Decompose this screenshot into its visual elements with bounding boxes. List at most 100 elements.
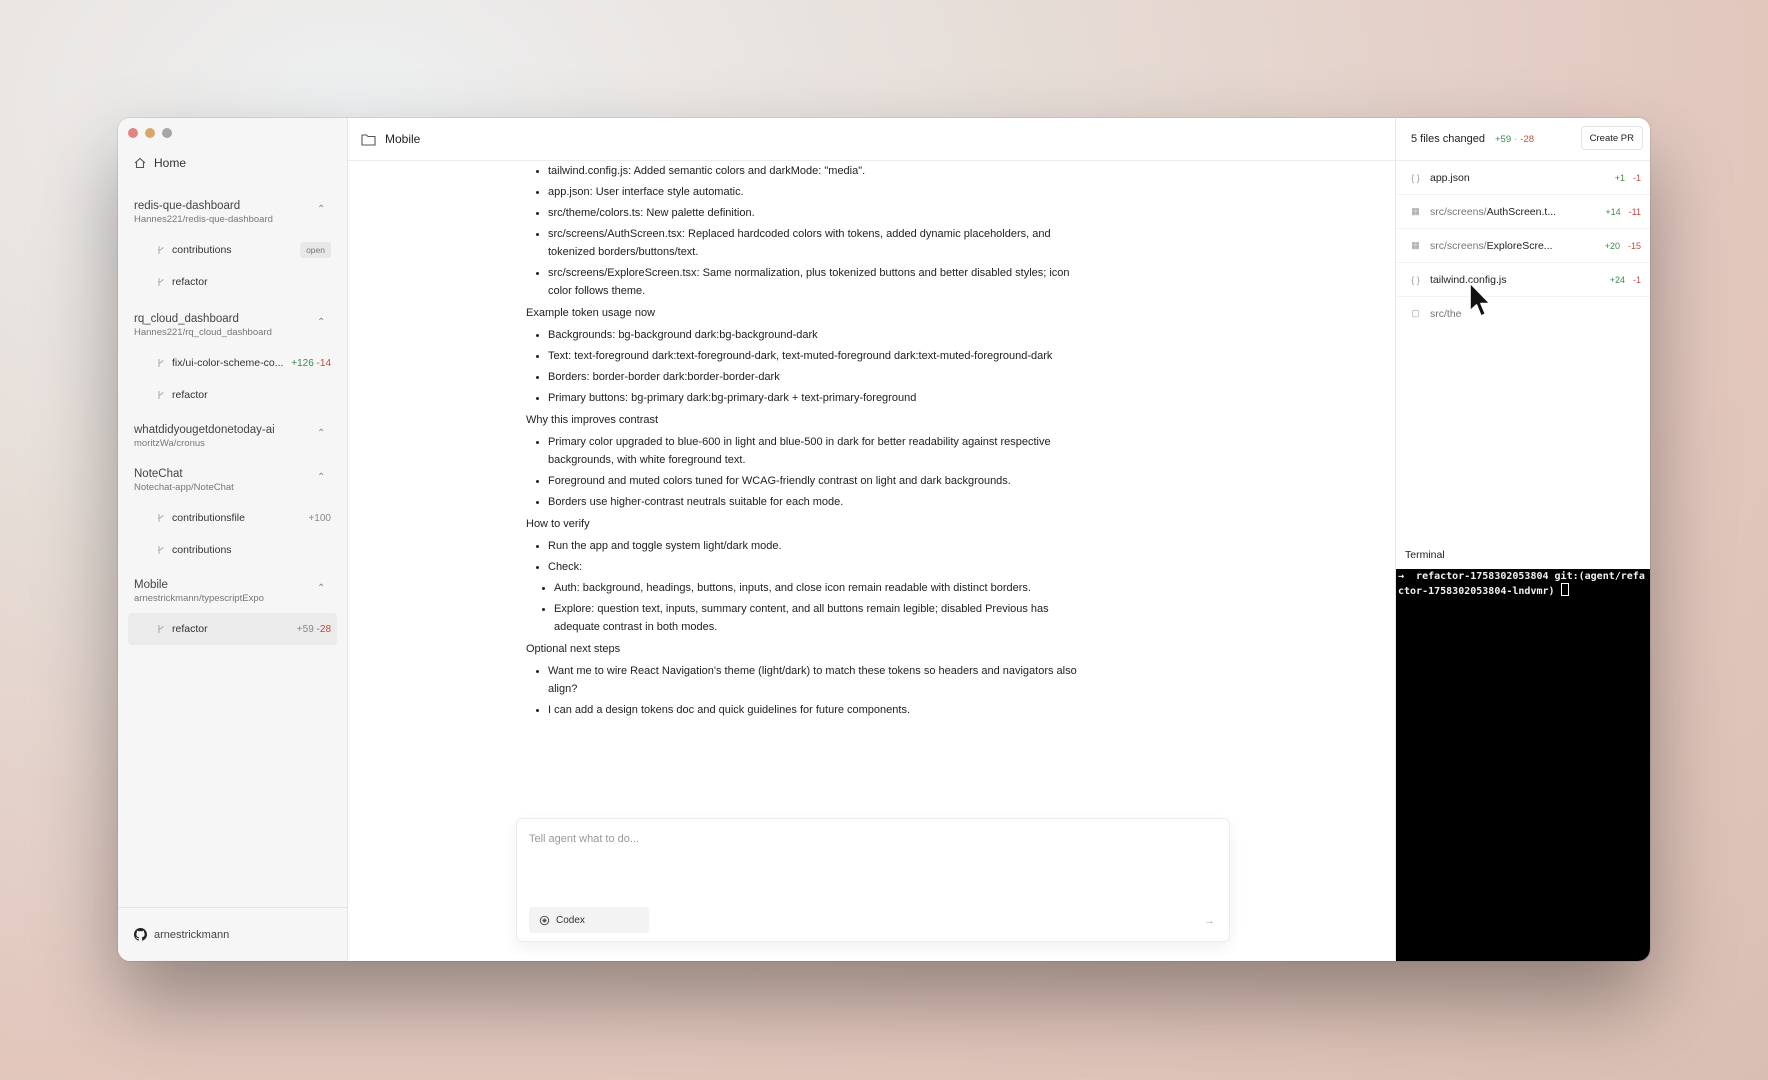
project-repo: Hannes221/rq_cloud_dashboard (134, 326, 272, 338)
model-selector[interactable]: Codex (529, 907, 649, 933)
deletions-count: -1 (1632, 274, 1641, 285)
project-repo: arnestrickmann/typescriptExpo (134, 592, 264, 604)
model-label: Codex (556, 914, 585, 926)
list-item: Foreground and muted colors tuned for WC… (548, 472, 1086, 490)
changed-file-row[interactable]: ▦ src/screens/AuthScreen.t... +14 -11 (1396, 195, 1650, 229)
user-account[interactable]: arnestrickmann (118, 907, 347, 961)
additions-count: +20 (1604, 240, 1620, 251)
branch-name: refactor (172, 623, 208, 635)
deletions-count: -14 (316, 357, 331, 369)
project-name: whatdidyougetdonetoday-ai (134, 423, 275, 436)
mouse-pointer-icon (1469, 282, 1491, 317)
home-icon (134, 157, 146, 169)
file-dir: src/screens/ (1430, 205, 1487, 218)
project-header[interactable]: rq_cloud_dashboard Hannes221/rq_cloud_da… (134, 303, 347, 347)
changes-header: 5 files changed +59 · -28 Create PR (1396, 118, 1650, 161)
branch-item[interactable]: refactor (134, 266, 337, 298)
maximize-window-button[interactable] (162, 128, 172, 138)
file-name: app.json (1430, 171, 1470, 184)
additions-count: +100 (308, 512, 331, 524)
git-branch-icon (158, 625, 164, 633)
file-name: ExploreScre... (1486, 239, 1553, 252)
section-heading: Example token usage now (526, 307, 656, 319)
create-pr-button[interactable]: Create PR (1580, 126, 1643, 150)
close-window-button[interactable] (128, 128, 138, 138)
chevron-up-icon[interactable]: ⌃ (317, 205, 325, 215)
list-item: Borders use higher-contrast neutrals sui… (548, 493, 1086, 511)
braces-icon: { } (1411, 172, 1420, 183)
changed-file-row[interactable]: ▢ src/the (1396, 297, 1650, 330)
project-name: rq_cloud_dashboard (134, 312, 239, 325)
app-window: Home redis-que-dashboard Hannes221/redis… (118, 118, 1650, 961)
chevron-up-icon[interactable]: ⌃ (317, 429, 325, 439)
branch-item[interactable]: fix/ui-color-scheme-co... +126 -14 (134, 347, 337, 379)
list-item: Run the app and toggle system light/dark… (548, 537, 1086, 555)
braces-icon: { } (1411, 274, 1420, 285)
branch-item[interactable]: refactor (134, 379, 337, 411)
token-usage-list: Backgrounds: bg-background dark:bg-backg… (526, 326, 1086, 407)
branch-name: fix/ui-color-scheme-co... (172, 357, 284, 369)
deletions-count: -15 (1627, 240, 1641, 251)
branch-item[interactable]: contributions open (134, 234, 337, 266)
project-notechat: NoteChat Notechat-app/NoteChat ⌃ contrib… (118, 458, 347, 566)
branch-name: contributions (172, 544, 232, 556)
file-dir: src/the (1430, 307, 1462, 320)
verify-list: Run the app and toggle system light/dark… (526, 537, 1086, 576)
files-changed-summary: 5 files changed (1411, 133, 1485, 145)
prompt-input[interactable]: Tell agent what to do... (529, 833, 639, 845)
file-diff-stats: +24 -1 (1610, 275, 1641, 285)
additions-count: +126 (291, 357, 314, 369)
project-mobile: Mobile arnestrickmann/typescriptExpo ⌃ r… (118, 569, 347, 645)
page-title: Mobile (385, 132, 421, 146)
project-header[interactable]: Mobile arnestrickmann/typescriptExpo ⌃ (134, 569, 347, 613)
changed-file-row[interactable]: { } tailwind.config.js +24 -1 (1396, 263, 1650, 297)
project-redis-que-dashboard: redis-que-dashboard Hannes221/redis-que-… (118, 190, 347, 298)
branch-name: contributions (172, 244, 232, 256)
project-header[interactable]: whatdidyougetdonetoday-ai moritzWa/cronu… (134, 414, 347, 458)
file-diff-stats: +14 -11 (1605, 207, 1641, 217)
file-dir: src/screens/ (1430, 239, 1487, 252)
chevron-up-icon[interactable]: ⌃ (317, 584, 325, 594)
branch-name: refactor (172, 389, 208, 401)
project-list: redis-que-dashboard Hannes221/redis-que-… (118, 190, 347, 645)
composer[interactable]: Tell agent what to do... Codex → (516, 818, 1230, 942)
project-rq-cloud-dashboard: rq_cloud_dashboard Hannes221/rq_cloud_da… (118, 303, 347, 411)
main-header: Mobile (348, 118, 1395, 161)
project-header[interactable]: NoteChat Notechat-app/NoteChat ⌃ (134, 458, 347, 502)
list-item: Backgrounds: bg-background dark:bg-backg… (548, 326, 1086, 344)
arrow-right-icon[interactable]: → (1204, 915, 1215, 927)
file-diff-stats: +20 -15 (1605, 241, 1641, 251)
branch-item[interactable]: contributions (134, 534, 337, 566)
terminal-output: → refactor-1758302053804 git:(agent/refa… (1398, 571, 1645, 597)
project-name: NoteChat (134, 467, 183, 480)
list-item: src/theme/colors.ts: New palette definit… (548, 204, 1086, 222)
project-name: redis-que-dashboard (134, 199, 241, 212)
git-branch-icon (158, 514, 164, 522)
chevron-up-icon[interactable]: ⌃ (317, 473, 325, 483)
additions-count: +14 (1605, 206, 1621, 217)
terminal[interactable]: → refactor-1758302053804 git:(agent/refa… (1396, 569, 1650, 961)
home-nav-item[interactable]: Home (134, 156, 186, 170)
changed-file-row[interactable]: { } app.json +1 -1 (1396, 161, 1650, 195)
branch-item[interactable]: contributionsfile +100 (134, 502, 337, 534)
list-item: app.json: User interface style automatic… (548, 183, 1086, 201)
sidebar: Home redis-que-dashboard Hannes221/redis… (118, 118, 348, 961)
branch-name: refactor (172, 276, 208, 288)
section-heading: Why this improves contrast (526, 414, 659, 426)
list-item: Want me to wire React Navigation's theme… (548, 662, 1086, 698)
project-name: Mobile (134, 578, 168, 591)
project-whatdidyougetdonetoday-ai: whatdidyougetdonetoday-ai moritzWa/cronu… (118, 414, 347, 458)
branch-item-active[interactable]: refactor +59 -28 (128, 613, 337, 645)
changed-file-row[interactable]: ▦ src/screens/ExploreScre... +20 -15 (1396, 229, 1650, 263)
git-branch-icon (158, 359, 164, 367)
project-header[interactable]: redis-que-dashboard Hannes221/redis-que-… (134, 190, 347, 234)
minimize-window-button[interactable] (145, 128, 155, 138)
project-repo: moritzWa/cronus (134, 437, 205, 449)
file-name: AuthScreen.t... (1486, 205, 1557, 218)
project-repo: Notechat-app/NoteChat (134, 481, 234, 493)
list-item: Borders: border-border dark:border-borde… (548, 368, 1086, 386)
chevron-up-icon[interactable]: ⌃ (317, 318, 325, 328)
section-heading: How to verify (526, 518, 590, 530)
file-diff-stats: +1 -1 (1615, 173, 1641, 183)
list-item: Primary buttons: bg-primary dark:bg-prim… (548, 389, 1086, 407)
